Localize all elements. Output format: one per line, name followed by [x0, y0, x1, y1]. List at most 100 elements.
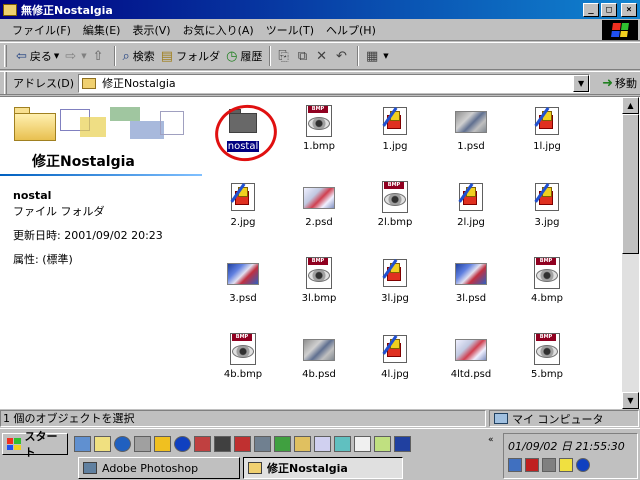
- explorer-icon[interactable]: [134, 436, 151, 452]
- app-icon[interactable]: [274, 436, 291, 452]
- notepad-icon[interactable]: [94, 436, 111, 452]
- app-icon[interactable]: [194, 436, 211, 452]
- go-button[interactable]: ➜ 移動: [602, 75, 637, 91]
- file-name-text: 2.psd: [305, 217, 333, 228]
- file-item[interactable]: 2.jpg: [205, 177, 281, 233]
- file-name-text: 5.bmp: [531, 369, 563, 380]
- tray-expand-icon[interactable]: «: [488, 435, 494, 445]
- psd-thumbnail-icon: [455, 333, 487, 365]
- scroll-down-button[interactable]: ▼: [622, 392, 639, 409]
- back-button[interactable]: ⇦ 戻る ▼: [13, 45, 62, 67]
- delete-button[interactable]: ✕: [313, 45, 333, 67]
- file-item[interactable]: 1l.jpg: [509, 101, 585, 157]
- address-dropdown-button[interactable]: ▼: [573, 74, 590, 92]
- file-item[interactable]: BMP 1.bmp: [281, 101, 357, 157]
- address-grip[interactable]: [4, 72, 7, 94]
- folders-button[interactable]: ▤ フォルダ: [158, 45, 223, 67]
- menu-file[interactable]: ファイル(F): [6, 22, 77, 38]
- maximize-button[interactable]: □: [601, 2, 617, 17]
- my-computer-icon: [494, 413, 508, 424]
- volume-icon[interactable]: [559, 458, 573, 472]
- dropdown-arrow-icon[interactable]: ▼: [54, 52, 59, 60]
- taskbar: スタート « 01/09/02 日 21:55:30 Adobe Photosh…: [0, 428, 640, 480]
- file-item[interactable]: 1.psd: [433, 101, 509, 157]
- move-to-icon: ⎘: [278, 48, 289, 64]
- address-bar: アドレス(D) 修正Nostalgia ▼ ➜ 移動: [0, 71, 640, 95]
- address-label: アドレス(D): [13, 77, 75, 90]
- file-item[interactable]: BMP 5.bmp: [509, 329, 585, 385]
- file-item[interactable]: 4b.psd: [281, 329, 357, 385]
- file-item[interactable]: 2.psd: [281, 177, 357, 233]
- file-name: 5.bmp: [509, 369, 585, 380]
- file-name: 4ltd.psd: [433, 369, 509, 380]
- app-icon[interactable]: [314, 436, 331, 452]
- vertical-scrollbar[interactable]: ▲ ▼: [622, 97, 639, 409]
- file-item[interactable]: 4l.jpg: [357, 329, 433, 385]
- history-button[interactable]: ◷ 履歴: [223, 45, 265, 67]
- undo-button[interactable]: ↶: [333, 45, 353, 67]
- ime-icon[interactable]: [508, 458, 522, 472]
- views-button[interactable]: ▦ ▼: [363, 45, 392, 67]
- menu-help[interactable]: ヘルプ(H): [320, 22, 382, 38]
- dropdown-arrow-icon[interactable]: ▼: [81, 52, 86, 60]
- file-name-text: 3.jpg: [534, 217, 560, 228]
- bmp-file-icon: BMP: [531, 333, 563, 365]
- up-folder-button[interactable]: ⇧: [90, 45, 110, 67]
- file-name: 3.psd: [205, 293, 281, 304]
- clock[interactable]: 01/09/02 日 21:55:30: [508, 438, 625, 454]
- history-icon: ◷: [226, 48, 238, 64]
- network-icon[interactable]: [542, 458, 556, 472]
- web-view-pane: 修正Nostalgia nostal ファイル フォルダ 更新日時: 2001/…: [0, 97, 205, 409]
- close-button[interactable]: ×: [621, 2, 637, 17]
- menu-favorites[interactable]: お気に入り(A): [177, 22, 260, 38]
- pen-icon[interactable]: [525, 458, 539, 472]
- scroll-thumb[interactable]: [622, 114, 639, 254]
- file-item[interactable]: BMP 4b.bmp: [205, 329, 281, 385]
- app-icon[interactable]: [334, 436, 351, 452]
- file-item[interactable]: nostal: [205, 99, 283, 167]
- app-icon[interactable]: [374, 436, 391, 452]
- app-icon[interactable]: [294, 436, 311, 452]
- taskbar-item-photoshop[interactable]: Adobe Photoshop: [78, 457, 240, 479]
- file-item[interactable]: 3.psd: [205, 253, 281, 309]
- file-item[interactable]: 4ltd.psd: [433, 329, 509, 385]
- scroll-up-button[interactable]: ▲: [622, 97, 639, 114]
- file-item[interactable]: 1.jpg: [357, 101, 433, 157]
- selected-item-name: nostal: [13, 189, 52, 202]
- messenger-tray-icon[interactable]: [576, 458, 590, 472]
- app-icon[interactable]: [234, 436, 251, 452]
- app-icon[interactable]: [254, 436, 271, 452]
- copy-to-button[interactable]: ⧉: [295, 45, 313, 67]
- search-button[interactable]: ⌕ 検索: [120, 45, 158, 67]
- bmp-file-icon: BMP: [303, 105, 335, 137]
- internet-explorer-icon[interactable]: [114, 436, 131, 452]
- address-input[interactable]: 修正Nostalgia ▼: [78, 73, 591, 93]
- move-to-button[interactable]: ⎘: [275, 45, 294, 67]
- file-item[interactable]: 3.jpg: [509, 177, 585, 233]
- file-item[interactable]: BMP 2l.bmp: [357, 177, 433, 233]
- tray-icons: [508, 458, 590, 472]
- app-icon[interactable]: [394, 436, 411, 452]
- title-bar[interactable]: 無修正Nostalgia _ □ ×: [0, 0, 640, 19]
- menu-edit[interactable]: 編集(E): [77, 22, 127, 38]
- file-item[interactable]: 3l.jpg: [357, 253, 433, 309]
- show-desktop-icon[interactable]: [74, 436, 91, 452]
- messenger-icon[interactable]: [174, 436, 191, 452]
- menu-tools[interactable]: ツール(T): [260, 22, 320, 38]
- app-icon[interactable]: [354, 436, 371, 452]
- selected-item-attributes: 属性: (標準): [13, 253, 73, 266]
- toolbar-grip[interactable]: [4, 45, 7, 67]
- jpg-file-icon: [379, 333, 411, 365]
- dropdown-arrow-icon[interactable]: ▼: [383, 52, 388, 60]
- file-item[interactable]: 2l.jpg: [433, 177, 509, 233]
- minimize-button[interactable]: _: [583, 2, 599, 17]
- media-player-icon[interactable]: [154, 436, 171, 452]
- app-icon[interactable]: [214, 436, 231, 452]
- menu-view[interactable]: 表示(V): [126, 22, 176, 38]
- file-item[interactable]: BMP 4.bmp: [509, 253, 585, 309]
- forward-button[interactable]: ⇨ ▼: [62, 45, 89, 67]
- file-item[interactable]: BMP 3l.bmp: [281, 253, 357, 309]
- file-item[interactable]: 3l.psd: [433, 253, 509, 309]
- taskbar-item-explorer[interactable]: 修正Nostalgia: [243, 457, 403, 479]
- start-button[interactable]: スタート: [2, 430, 68, 459]
